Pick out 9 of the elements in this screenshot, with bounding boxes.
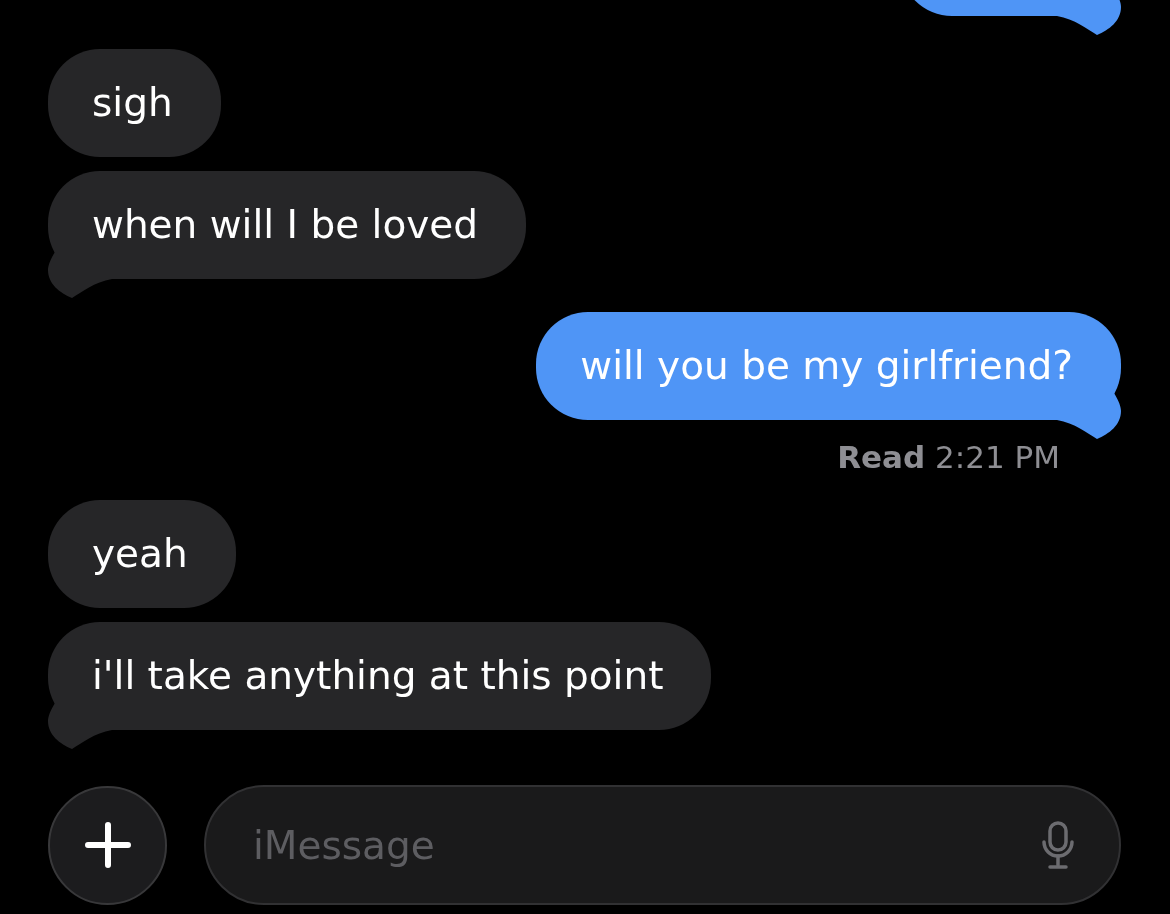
- message-text: will you be my girlfriend?: [580, 343, 1073, 389]
- message-text: i'll take anything at this point: [92, 653, 664, 699]
- message-text: sigh: [92, 80, 173, 126]
- read-receipt: Read 2:21 PM: [837, 439, 1060, 476]
- microphone-icon[interactable]: [1041, 821, 1075, 869]
- message-text: yeah: [92, 531, 188, 577]
- message-input-field[interactable]: iMessage: [204, 785, 1121, 905]
- message-text: when will I be loved: [92, 202, 479, 248]
- plus-icon: [84, 822, 131, 868]
